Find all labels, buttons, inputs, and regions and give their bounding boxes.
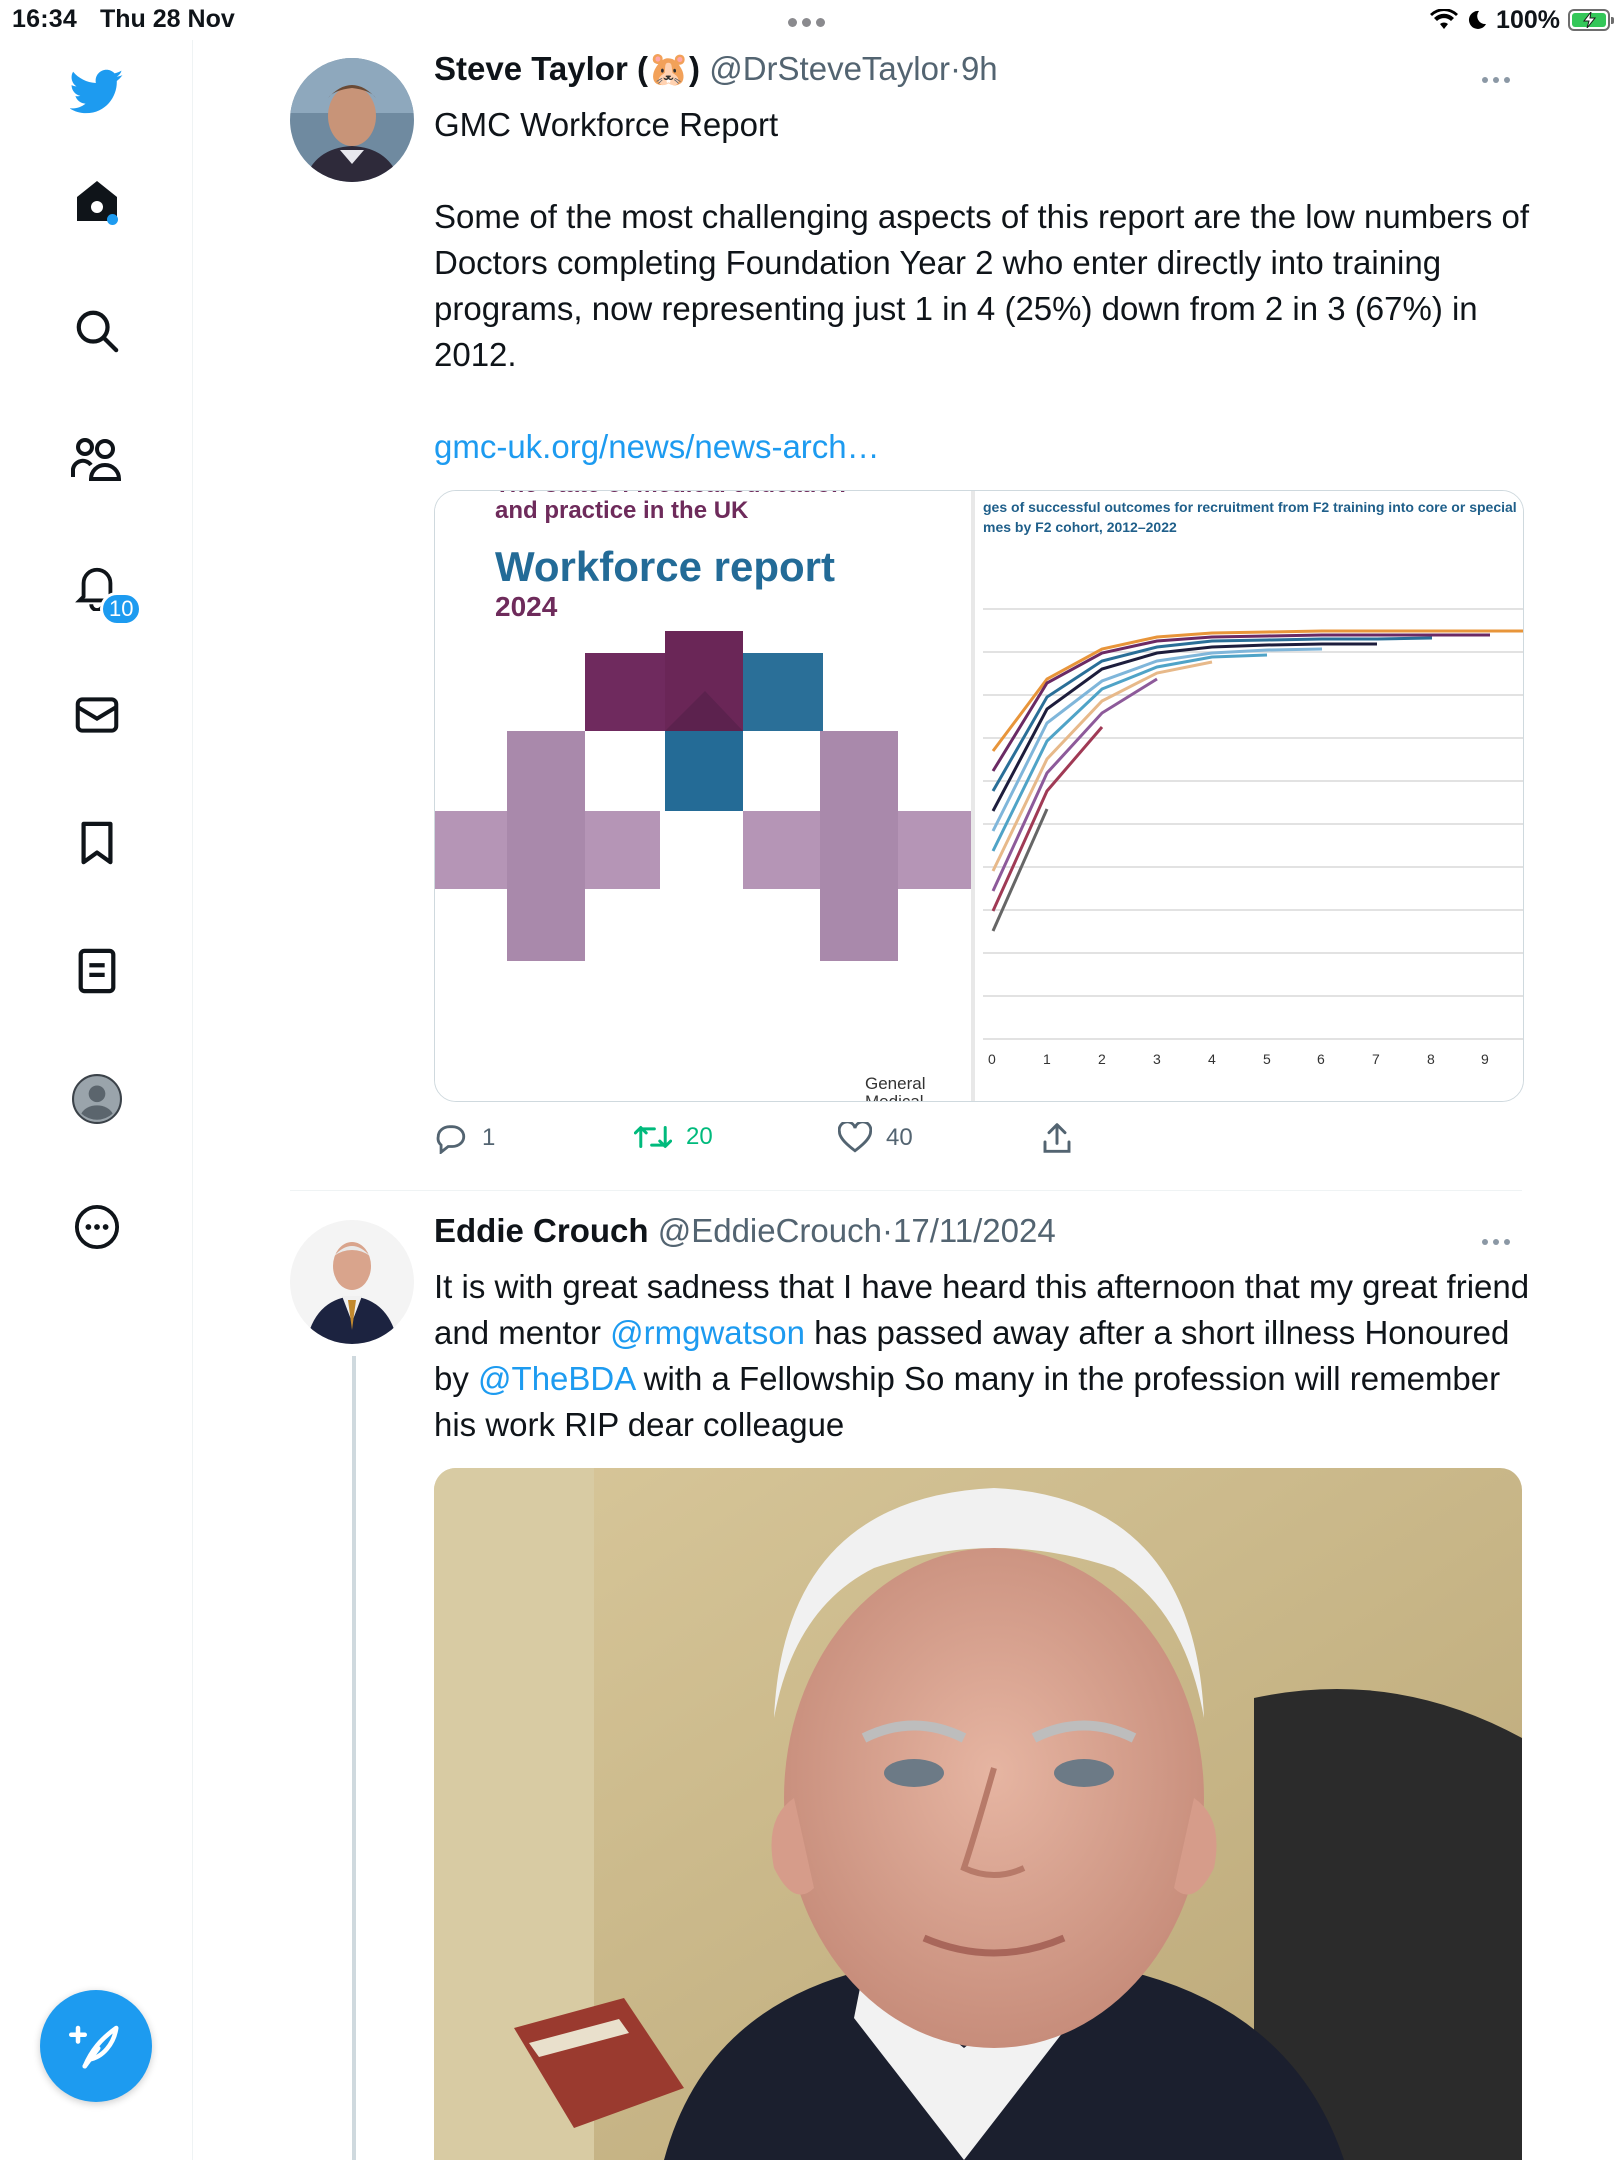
- battery-charging-icon: [1568, 9, 1614, 31]
- multitasking-dots-icon[interactable]: [788, 14, 830, 32]
- thread-connector: [352, 1356, 356, 2160]
- status-time: 16:34: [12, 5, 77, 33]
- sidebar-nav: 10: [0, 40, 193, 2160]
- search-icon: [76, 310, 119, 353]
- retweet-icon: [634, 1126, 672, 1148]
- heart-icon: [838, 1122, 872, 1153]
- wifi-icon: [1430, 9, 1459, 29]
- tweet-text: Some of the most challenging aspects of …: [434, 198, 1530, 373]
- battery-percentage: 100%: [1496, 5, 1560, 34]
- home-unread-dot: [107, 214, 118, 225]
- chart-x-tick: 7: [1372, 1051, 1380, 1067]
- profile-icon: [72, 1074, 122, 1124]
- sidebar-item-messages[interactable]: [62, 680, 132, 750]
- tweet-photo[interactable]: [434, 1468, 1522, 2160]
- chart-x-tick: 5: [1263, 1051, 1271, 1067]
- sidebar-item-bookmarks[interactable]: [62, 808, 132, 878]
- tweet-more-options-icon[interactable]: [1482, 1232, 1522, 1252]
- like-count: 40: [886, 1124, 913, 1151]
- cover-artwork: [435, 631, 971, 961]
- cover-title: Workforce report: [495, 543, 835, 590]
- chart-image: ges of successful outcomes for recruitme…: [975, 491, 1523, 1101]
- status-bar: 16:34 Thu 28 Nov 100%: [0, 0, 1620, 40]
- separator-dot: ·: [881, 1212, 893, 1249]
- tweet-time[interactable]: 17/11/2024: [893, 1212, 1056, 1249]
- like-button[interactable]: 40: [838, 1122, 913, 1154]
- tweet-text: It is with great sadness that I have hea…: [434, 1264, 1534, 1448]
- tweet-time[interactable]: 9h: [961, 50, 998, 87]
- cover-year: 2024: [495, 591, 558, 622]
- chart-x-tick: 0: [988, 1051, 996, 1067]
- cover-subtitle: and practice in the UK: [495, 497, 749, 524]
- twitter-logo-icon[interactable]: [62, 57, 132, 127]
- sidebar-item-home[interactable]: [62, 166, 132, 236]
- compose-feather-icon: [69, 2025, 119, 2069]
- list-icon: [78, 948, 116, 994]
- chart-plot: [983, 608, 1523, 1040]
- status-indicators: 100%: [1430, 3, 1614, 37]
- chart-x-tick: 8: [1427, 1051, 1435, 1067]
- communities-icon: [71, 438, 122, 481]
- chart-x-tick: 2: [1098, 1051, 1106, 1067]
- author-handle[interactable]: @DrSteveTaylor: [709, 50, 950, 87]
- separator-dot: ·: [949, 50, 961, 87]
- reply-count: 1: [482, 1124, 496, 1151]
- more-circle-icon: [74, 1204, 120, 1250]
- author-name[interactable]: Eddie Crouch: [434, 1212, 649, 1249]
- reply-button[interactable]: 1: [434, 1122, 495, 1154]
- tweet-more-options-icon[interactable]: [1482, 70, 1522, 90]
- tweet-divider: [290, 1190, 1522, 1191]
- avatar[interactable]: [290, 58, 414, 182]
- do-not-disturb-moon-icon: [1469, 10, 1487, 29]
- notifications-badge: 10: [100, 592, 143, 626]
- tweet-link[interactable]: gmc-uk.org/news/news-arch…: [434, 424, 1534, 470]
- tweet-header: Steve Taylor (🐹) @DrSteveTaylor·9h: [434, 50, 998, 89]
- report-cover-image: The state of medical education and pract…: [435, 491, 971, 1101]
- author-handle[interactable]: @EddieCrouch: [658, 1212, 882, 1249]
- sidebar-item-explore[interactable]: [62, 296, 132, 366]
- mail-icon: [75, 697, 119, 733]
- avatar[interactable]: [290, 1220, 414, 1344]
- retweet-button[interactable]: 20: [634, 1122, 713, 1152]
- retweet-count: 20: [686, 1123, 713, 1150]
- tweet-actions: [434, 1122, 1134, 1162]
- chart-x-tick: 6: [1317, 1051, 1325, 1067]
- status-date: Thu 28 Nov: [100, 5, 235, 33]
- mention-link[interactable]: @TheBDA: [478, 1360, 634, 1397]
- sidebar-item-lists[interactable]: [62, 936, 132, 1006]
- chart-x-tick: 9: [1481, 1051, 1489, 1067]
- chart-x-axis: 0 1 2 3 4 5 6 7 8 9: [975, 1051, 1523, 1071]
- compose-tweet-button[interactable]: [40, 1990, 152, 2102]
- bookmark-icon: [81, 821, 113, 865]
- reply-icon: [436, 1125, 466, 1154]
- chart-x-tick: 3: [1153, 1051, 1161, 1067]
- sidebar-item-communities[interactable]: [62, 424, 132, 494]
- mention-link[interactable]: @rmgwatson: [610, 1314, 805, 1351]
- chart-x-tick: 4: [1208, 1051, 1216, 1067]
- tweet-header: Eddie Crouch @EddieCrouch·17/11/2024: [434, 1212, 1056, 1250]
- chart-x-tick: 1: [1043, 1051, 1051, 1067]
- author-name[interactable]: Steve Taylor (🐹): [434, 50, 700, 87]
- sidebar-item-profile[interactable]: [62, 1064, 132, 1134]
- share-icon: [1043, 1123, 1071, 1153]
- media-card[interactable]: The state of medical education and pract…: [434, 490, 1524, 1102]
- sidebar-item-more[interactable]: [62, 1192, 132, 1262]
- tweet-text-title: GMC Workforce Report: [434, 106, 779, 143]
- cover-publisher: General Medical: [865, 1074, 926, 1102]
- share-button[interactable]: [1042, 1122, 1072, 1154]
